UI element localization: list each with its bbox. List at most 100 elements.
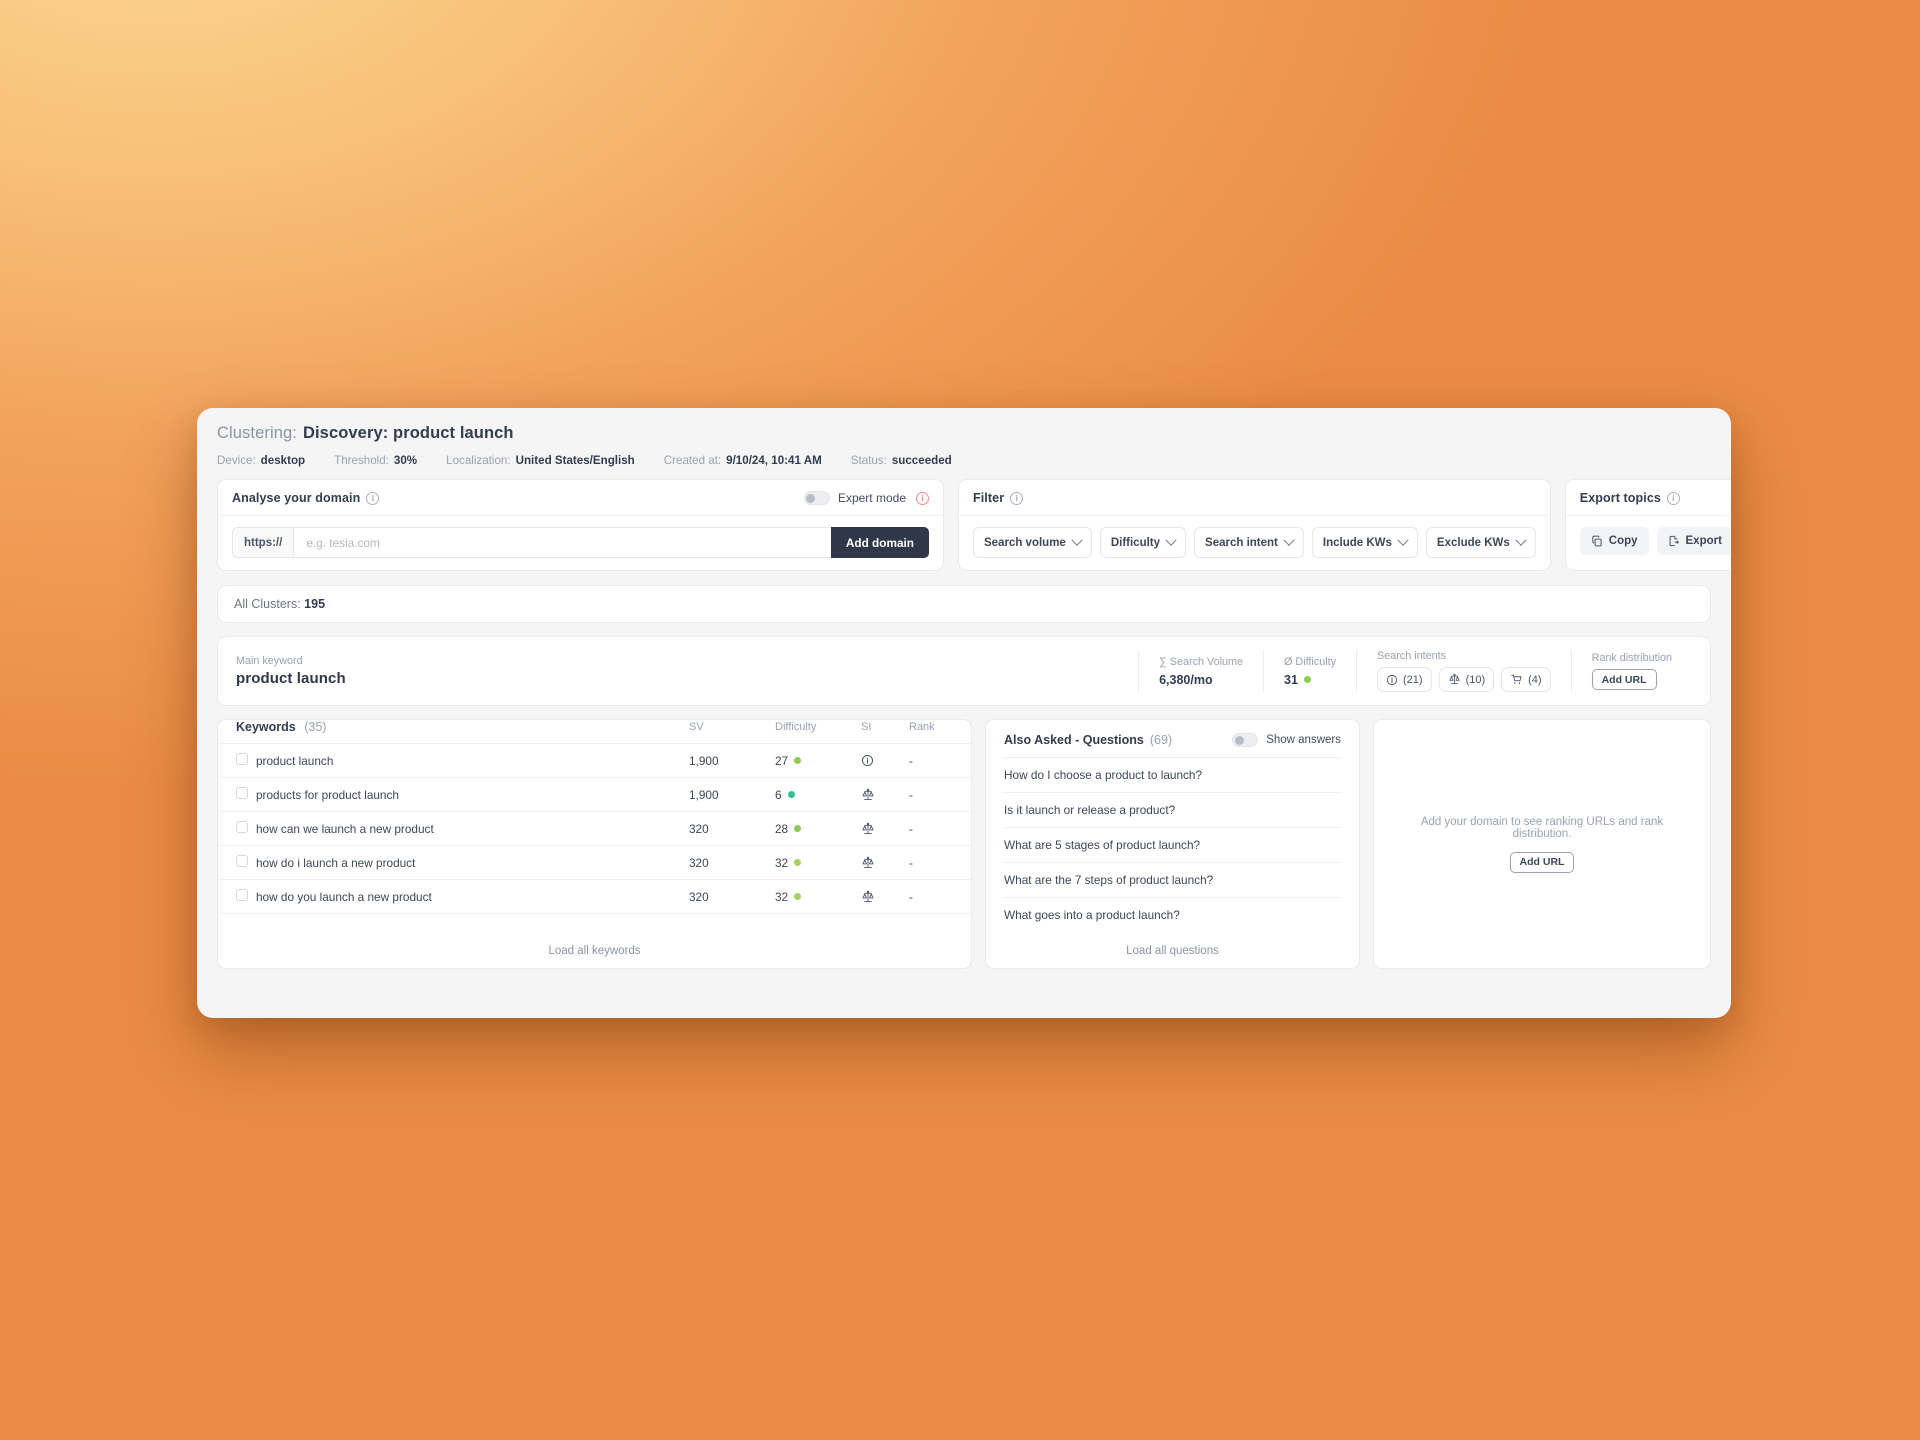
rank-distribution-label: Rank distribution bbox=[1592, 652, 1672, 664]
intent-badge-informational[interactable]: (21) bbox=[1377, 667, 1432, 692]
row-rank: - bbox=[909, 778, 971, 812]
table-row[interactable]: how can we launch a new product32028- bbox=[218, 812, 971, 846]
main-keyword-block: Main keyword product launch bbox=[236, 655, 1138, 687]
questions-panel: Also Asked - Questions (69) Show answers… bbox=[985, 719, 1360, 969]
table-row[interactable]: product launch1,90027- bbox=[218, 744, 971, 778]
question-item[interactable]: What are 5 stages of product launch? bbox=[1004, 827, 1341, 862]
meta-status: Status: succeeded bbox=[851, 454, 952, 467]
window-header: Clustering: Discovery: product launch De… bbox=[197, 408, 1731, 479]
main-keyword-value: product launch bbox=[236, 670, 1138, 687]
domain-input[interactable] bbox=[293, 527, 831, 558]
info-icon[interactable]: i bbox=[1010, 492, 1023, 505]
row-checkbox-cell bbox=[218, 812, 256, 846]
row-sv: 320 bbox=[689, 846, 775, 880]
row-checkbox[interactable] bbox=[236, 753, 248, 765]
expert-mode-info-icon[interactable]: i bbox=[916, 492, 929, 505]
rank-distribution-action: Add URL bbox=[1592, 669, 1672, 690]
meta-created-at-value: 9/10/24, 10:41 AM bbox=[726, 454, 822, 467]
keywords-table-body: product launch1,90027-products for produ… bbox=[218, 744, 971, 914]
info-icon[interactable]: i bbox=[366, 492, 379, 505]
filter-exclude-kws-label: Exclude KWs bbox=[1437, 537, 1510, 549]
keywords-table-header-rank: Rank bbox=[909, 720, 971, 744]
filter-include-kws[interactable]: Include KWs bbox=[1312, 527, 1418, 558]
row-keyword: how can we launch a new product bbox=[256, 812, 689, 846]
load-all-keywords-button[interactable]: Load all keywords bbox=[218, 934, 971, 968]
intent-badge-commercial[interactable]: (10) bbox=[1439, 667, 1495, 692]
question-item[interactable]: What goes into a product launch? bbox=[1004, 897, 1341, 932]
filter-exclude-kws[interactable]: Exclude KWs bbox=[1426, 527, 1536, 558]
show-answers-toggle[interactable] bbox=[1232, 733, 1258, 747]
question-item[interactable]: How do I choose a product to launch? bbox=[1004, 757, 1341, 792]
row-checkbox[interactable] bbox=[236, 787, 248, 799]
meta-threshold-value: 30% bbox=[394, 454, 417, 467]
difficulty-dot bbox=[794, 859, 801, 866]
questions-list: How do I choose a product to launch?Is i… bbox=[986, 757, 1359, 932]
scales-icon bbox=[861, 890, 909, 904]
info-icon bbox=[861, 754, 909, 767]
add-domain-button[interactable]: Add domain bbox=[831, 527, 929, 558]
scales-icon bbox=[861, 788, 909, 802]
filter-difficulty[interactable]: Difficulty bbox=[1100, 527, 1186, 558]
row-checkbox[interactable] bbox=[236, 889, 248, 901]
row-search-intent-icon-cell bbox=[861, 880, 909, 914]
row-search-intent-icon-cell bbox=[861, 778, 909, 812]
expert-mode-toggle[interactable] bbox=[804, 491, 830, 505]
load-all-questions-button[interactable]: Load all questions bbox=[986, 934, 1359, 968]
intent-badge-informational-count: (21) bbox=[1403, 674, 1423, 686]
row-difficulty-value: 27 bbox=[775, 754, 788, 768]
scales-icon bbox=[861, 856, 909, 870]
row-checkbox[interactable] bbox=[236, 821, 248, 833]
row-search-intent-icon-cell bbox=[861, 812, 909, 846]
stat-search-intents: Search intents (21) bbox=[1356, 650, 1571, 692]
page-title: Clustering: Discovery: product launch bbox=[217, 424, 1711, 443]
app-window: Clustering: Discovery: product launch De… bbox=[197, 408, 1731, 1018]
row-difficulty: 32 bbox=[775, 880, 861, 914]
copy-button[interactable]: Copy bbox=[1580, 527, 1649, 555]
export-panel-title: Export topics bbox=[1580, 491, 1661, 505]
row-difficulty-value: 32 bbox=[775, 856, 788, 870]
questions-panel-title: Also Asked - Questions bbox=[1004, 733, 1144, 747]
row-keyword: product launch bbox=[256, 744, 689, 778]
intent-badge-commercial-count: (10) bbox=[1466, 674, 1486, 686]
info-icon[interactable]: i bbox=[1667, 492, 1680, 505]
show-answers-control: Show answers bbox=[1232, 733, 1341, 747]
difficulty-dot bbox=[788, 791, 795, 798]
filter-search-intent[interactable]: Search intent bbox=[1194, 527, 1304, 558]
meta-status-value: succeeded bbox=[892, 454, 952, 467]
scales-icon bbox=[1448, 673, 1461, 686]
expert-mode-label: Expert mode bbox=[838, 491, 906, 505]
row-checkbox[interactable] bbox=[236, 855, 248, 867]
table-row[interactable]: how do you launch a new product32032- bbox=[218, 880, 971, 914]
copy-button-label: Copy bbox=[1609, 535, 1638, 547]
keywords-panel-title: Keywords bbox=[236, 720, 296, 734]
row-rank: - bbox=[909, 812, 971, 846]
spacer bbox=[218, 914, 971, 934]
row-checkbox-cell bbox=[218, 744, 256, 778]
question-item[interactable]: Is it launch or release a product? bbox=[1004, 792, 1341, 827]
chevron-down-icon bbox=[1071, 534, 1082, 545]
filter-panel-title: Filter bbox=[973, 491, 1004, 505]
meta-row: Device: desktop Threshold: 30% Localizat… bbox=[217, 454, 1711, 467]
meta-device-value: desktop bbox=[261, 454, 305, 467]
row-difficulty: 27 bbox=[775, 744, 861, 778]
all-clusters-label: All Clusters: bbox=[234, 597, 301, 611]
filter-search-volume-label: Search volume bbox=[984, 537, 1066, 549]
keywords-table-header-si: SI bbox=[861, 720, 909, 744]
table-row[interactable]: how do i launch a new product32032- bbox=[218, 846, 971, 880]
filter-search-volume[interactable]: Search volume bbox=[973, 527, 1092, 558]
intent-badge-transactional[interactable]: (4) bbox=[1501, 667, 1550, 692]
stat-search-volume: ∑ Search Volume 6,380/mo bbox=[1138, 650, 1263, 692]
row-search-intent-icon-cell bbox=[861, 744, 909, 778]
rank-distribution-panel: Add your domain to see ranking URLs and … bbox=[1373, 719, 1711, 969]
table-row[interactable]: products for product launch1,9006- bbox=[218, 778, 971, 812]
meta-localization-key: Localization: bbox=[446, 454, 510, 467]
filter-difficulty-label: Difficulty bbox=[1111, 537, 1160, 549]
export-button[interactable]: Export bbox=[1657, 527, 1731, 555]
control-strip: Analyse your domain i Expert mode i http… bbox=[197, 479, 1731, 571]
export-button-label: Export bbox=[1686, 535, 1722, 547]
add-url-button[interactable]: Add URL bbox=[1592, 669, 1657, 690]
row-rank: - bbox=[909, 744, 971, 778]
question-item[interactable]: What are the 7 steps of product launch? bbox=[1004, 862, 1341, 897]
rank-add-url-button[interactable]: Add URL bbox=[1510, 852, 1575, 873]
meta-threshold: Threshold: 30% bbox=[334, 454, 417, 467]
